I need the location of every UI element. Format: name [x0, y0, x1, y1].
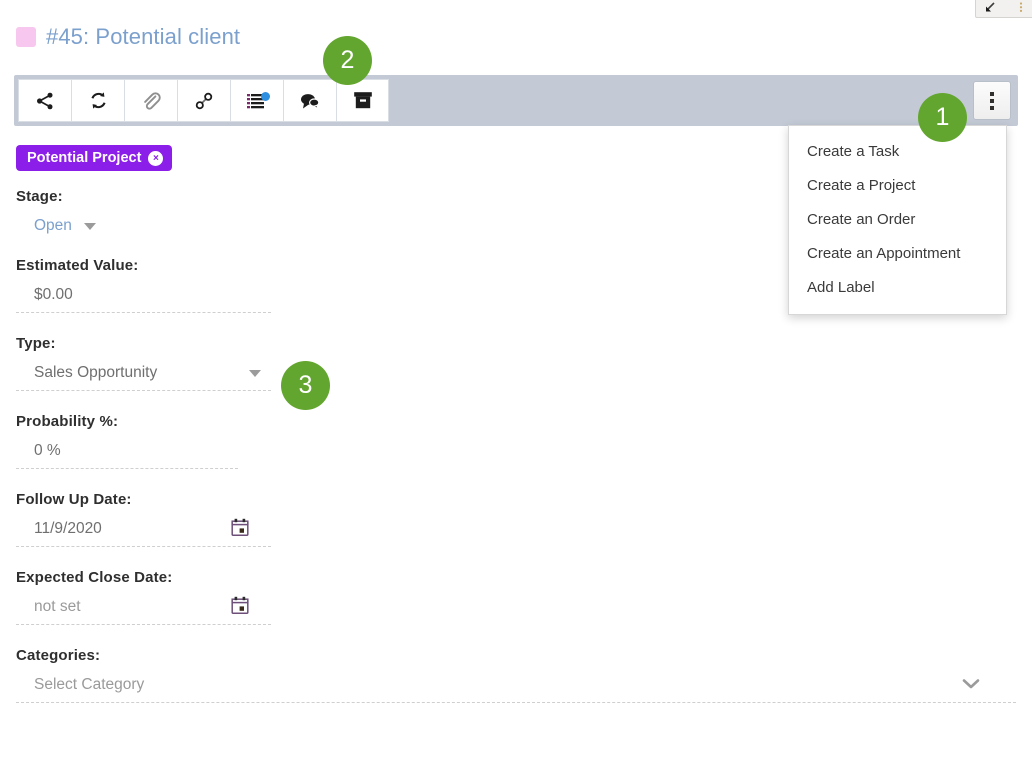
field-follow-up-date: Follow Up Date: 11/9/2020: [16, 491, 1016, 547]
share-icon: [35, 91, 55, 111]
chevron-down-icon[interactable]: [962, 677, 980, 691]
floating-toolbar: [975, 0, 1032, 18]
app-root: #45: Potential client Create a Task Crea…: [0, 0, 1032, 763]
field-type: Type: Sales Opportunity: [16, 335, 1016, 391]
kebab-dot-3: [990, 105, 994, 110]
record-color-swatch: [16, 27, 36, 47]
kebab-dot-2: [990, 98, 994, 103]
annotation-badge-3: 3: [281, 361, 330, 410]
comments-button[interactable]: [283, 79, 336, 122]
field-probability: Probability %: 0 %: [16, 413, 1016, 469]
share-button[interactable]: [18, 79, 71, 122]
field-value-estimated-value[interactable]: $0.00: [16, 286, 73, 304]
field-label-categories: Categories:: [16, 647, 101, 664]
menu-item-create-project[interactable]: Create a Project: [789, 169, 1006, 203]
page-title: #45: Potential client: [46, 24, 241, 49]
page-title-row: #45: Potential client: [16, 24, 240, 50]
collapse-arrow-icon[interactable]: [982, 1, 996, 15]
more-options-kebab-button[interactable]: [973, 81, 1011, 120]
action-toolbar: [14, 75, 1018, 126]
field-label-probability: Probability %:: [16, 413, 119, 430]
field-expected-close-date: Expected Close Date: not set: [16, 569, 1016, 625]
chevron-down-icon[interactable]: [249, 369, 261, 377]
chevron-down-icon[interactable]: [83, 222, 96, 230]
calendar-icon[interactable]: [231, 518, 249, 542]
archive-button[interactable]: [336, 79, 389, 122]
calendar-icon[interactable]: [231, 596, 249, 620]
create-actions-dropdown: Create a Task Create a Project Create an…: [788, 125, 1007, 315]
link-icon: [194, 91, 214, 111]
settings-dots-icon[interactable]: [1014, 1, 1028, 15]
field-value-stage[interactable]: Open: [16, 217, 72, 235]
label-chip-text: Potential Project: [27, 150, 142, 166]
comments-icon: [299, 92, 321, 110]
menu-item-create-appointment[interactable]: Create an Appointment: [789, 237, 1006, 271]
field-value-categories[interactable]: Select Category: [16, 676, 144, 694]
annotation-badge-1: 1: [918, 93, 967, 142]
archive-icon: [353, 91, 373, 110]
kebab-dot-1: [990, 91, 994, 96]
menu-item-create-order[interactable]: Create an Order: [789, 203, 1006, 237]
toolbar-button-group: [18, 79, 389, 122]
field-value-type[interactable]: Sales Opportunity: [16, 364, 157, 382]
menu-item-create-task[interactable]: Create a Task: [789, 135, 1006, 169]
attachments-button[interactable]: [124, 79, 177, 122]
menu-item-add-label[interactable]: Add Label: [789, 271, 1006, 305]
field-label-follow-up-date: Follow Up Date:: [16, 491, 132, 508]
notes-button[interactable]: [230, 79, 283, 122]
paperclip-icon: [141, 91, 161, 111]
annotation-badge-2: 2: [323, 36, 372, 85]
label-chip-potential-project[interactable]: Potential Project ×: [16, 145, 173, 171]
refresh-button[interactable]: [71, 79, 124, 122]
field-categories: Categories: Select Category: [16, 647, 1016, 703]
field-value-expected-close-date[interactable]: not set: [16, 598, 81, 616]
field-value-follow-up-date[interactable]: 11/9/2020: [16, 520, 102, 538]
refresh-icon: [89, 91, 108, 110]
notes-notification-dot: [261, 92, 270, 101]
close-icon[interactable]: ×: [148, 150, 164, 166]
field-value-probability[interactable]: 0 %: [16, 442, 61, 460]
field-label-expected-close-date: Expected Close Date:: [16, 569, 173, 586]
field-label-type: Type:: [16, 335, 56, 352]
links-button[interactable]: [177, 79, 230, 122]
